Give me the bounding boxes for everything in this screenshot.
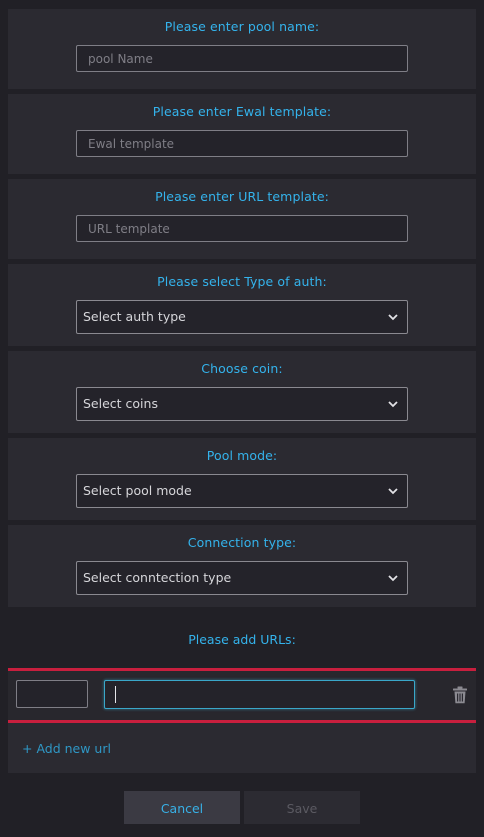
- coin-selected-value: Select coins: [83, 396, 158, 411]
- chevron-down-icon: [388, 314, 398, 321]
- auth-type-select[interactable]: Select auth type: [76, 300, 408, 334]
- pool-name-label: Please enter pool name:: [164, 19, 320, 34]
- auth-type-selected-value: Select auth type: [83, 309, 186, 324]
- coin-card: Choose coin: Select coins: [8, 351, 476, 433]
- url-port-input[interactable]: [16, 680, 88, 708]
- pool-name-input[interactable]: [76, 45, 408, 72]
- chevron-down-icon: [388, 401, 398, 408]
- connection-type-card: Connection type: Select conntection type: [8, 525, 476, 607]
- auth-type-card: Please select Type of auth: Select auth …: [8, 264, 476, 346]
- ewal-template-label: Please enter Ewal template:: [152, 104, 332, 119]
- save-button[interactable]: Save: [244, 791, 360, 824]
- auth-type-label: Please select Type of auth:: [157, 274, 327, 289]
- urls-section-label: Please add URLs:: [188, 632, 296, 647]
- url-template-card: Please enter URL template:: [8, 179, 476, 259]
- connection-type-select[interactable]: Select conntection type: [76, 561, 408, 595]
- pool-mode-selected-value: Select pool mode: [83, 483, 192, 498]
- pool-mode-card: Pool mode: Select pool mode: [8, 438, 476, 520]
- trash-icon[interactable]: [452, 686, 468, 704]
- url-address-input[interactable]: [104, 680, 415, 709]
- url-row-bottom-border: [8, 720, 476, 723]
- chevron-down-icon: [388, 575, 398, 582]
- url-template-input[interactable]: [76, 215, 408, 242]
- pool-mode-select[interactable]: Select pool mode: [76, 474, 408, 508]
- connection-type-selected-value: Select conntection type: [83, 570, 232, 585]
- ewal-template-input[interactable]: [76, 130, 408, 157]
- coin-label: Choose coin:: [201, 361, 283, 376]
- url-template-label: Please enter URL template:: [155, 189, 329, 204]
- ewal-template-card: Please enter Ewal template:: [8, 94, 476, 174]
- coin-select[interactable]: Select coins: [76, 387, 408, 421]
- pool-mode-label: Pool mode:: [206, 448, 278, 463]
- url-row-top-border: [8, 668, 476, 671]
- add-new-url-link[interactable]: + Add new url: [22, 741, 111, 756]
- cancel-button[interactable]: Cancel: [124, 791, 240, 824]
- text-caret: [115, 686, 116, 703]
- pool-name-card: Please enter pool name:: [8, 9, 476, 89]
- chevron-down-icon: [388, 488, 398, 495]
- connection-type-label: Connection type:: [187, 535, 297, 550]
